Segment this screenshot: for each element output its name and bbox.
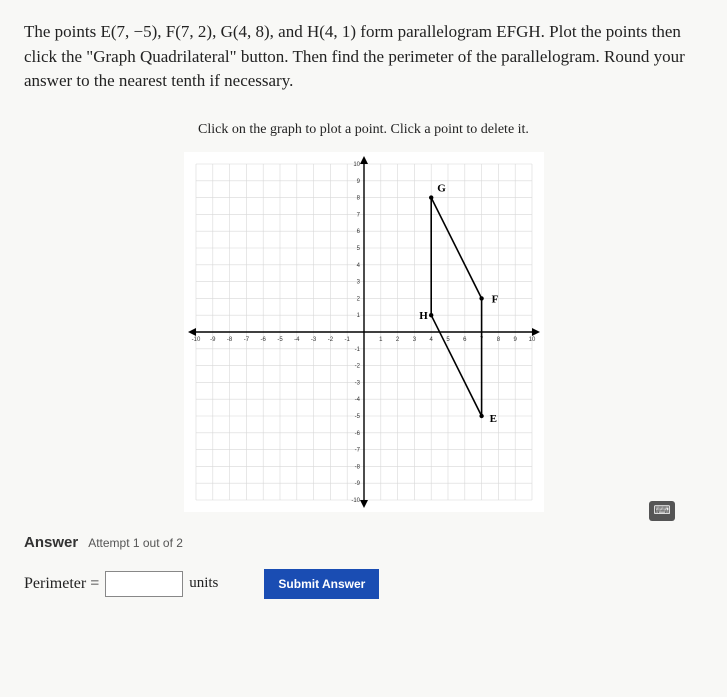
keyboard-icon[interactable] [649, 501, 675, 521]
svg-text:3: 3 [356, 280, 360, 286]
svg-text:3: 3 [412, 337, 416, 343]
svg-text:-1: -1 [354, 347, 360, 353]
svg-text:-1: -1 [344, 337, 350, 343]
svg-text:8: 8 [496, 337, 500, 343]
svg-text:1: 1 [356, 313, 360, 319]
svg-text:-7: -7 [354, 448, 360, 454]
svg-text:-2: -2 [327, 337, 333, 343]
attempt-text: Attempt 1 out of 2 [88, 536, 183, 550]
svg-text:-7: -7 [243, 337, 249, 343]
svg-text:4: 4 [356, 263, 360, 269]
units-label: units [189, 575, 218, 592]
svg-text:G: G [437, 183, 446, 195]
svg-text:H: H [419, 310, 428, 322]
coordinate-graph[interactable]: -10 -9 -8 -7 -6 -5 -4 -3 -2 -1 1 2 3 4 5 6 7 8 9 10 -10 -9 -8 -… [184, 152, 544, 512]
svg-text:-10: -10 [351, 498, 360, 504]
svg-text:-9: -9 [354, 481, 360, 487]
svg-text:4: 4 [429, 337, 433, 343]
svg-text:5: 5 [356, 246, 360, 252]
svg-text:8: 8 [356, 196, 360, 202]
svg-text:-5: -5 [277, 337, 283, 343]
svg-text:-8: -8 [226, 337, 232, 343]
svg-text:-4: -4 [294, 337, 300, 343]
svg-text:F: F [491, 293, 498, 305]
svg-text:1: 1 [379, 337, 383, 343]
perimeter-label: Perimeter = [24, 575, 99, 593]
svg-text:-6: -6 [354, 431, 360, 437]
svg-text:E: E [489, 413, 496, 425]
svg-text:-3: -3 [310, 337, 316, 343]
question-text: The points E(7, −5), F(7, 2), G(4, 8), a… [24, 20, 703, 94]
svg-text:-10: -10 [191, 337, 200, 343]
svg-text:7: 7 [356, 212, 360, 218]
submit-answer-button[interactable]: Submit Answer [264, 569, 379, 599]
svg-text:-9: -9 [210, 337, 216, 343]
svg-text:5: 5 [446, 337, 450, 343]
answer-label: Answer [24, 534, 78, 551]
perimeter-input[interactable] [105, 571, 183, 597]
graph-instruction: Click on the graph to plot a point. Clic… [24, 122, 703, 138]
svg-text:10: 10 [353, 162, 360, 168]
svg-text:-8: -8 [354, 464, 360, 470]
svg-text:-4: -4 [354, 397, 360, 403]
svg-text:2: 2 [395, 337, 399, 343]
svg-text:-2: -2 [354, 364, 360, 370]
svg-text:-5: -5 [354, 414, 360, 420]
svg-text:6: 6 [463, 337, 467, 343]
svg-text:10: 10 [528, 337, 535, 343]
svg-text:-3: -3 [354, 380, 360, 386]
svg-text:9: 9 [513, 337, 517, 343]
svg-text:2: 2 [356, 296, 360, 302]
svg-text:6: 6 [356, 229, 360, 235]
svg-text:-6: -6 [260, 337, 266, 343]
svg-text:9: 9 [356, 179, 360, 185]
